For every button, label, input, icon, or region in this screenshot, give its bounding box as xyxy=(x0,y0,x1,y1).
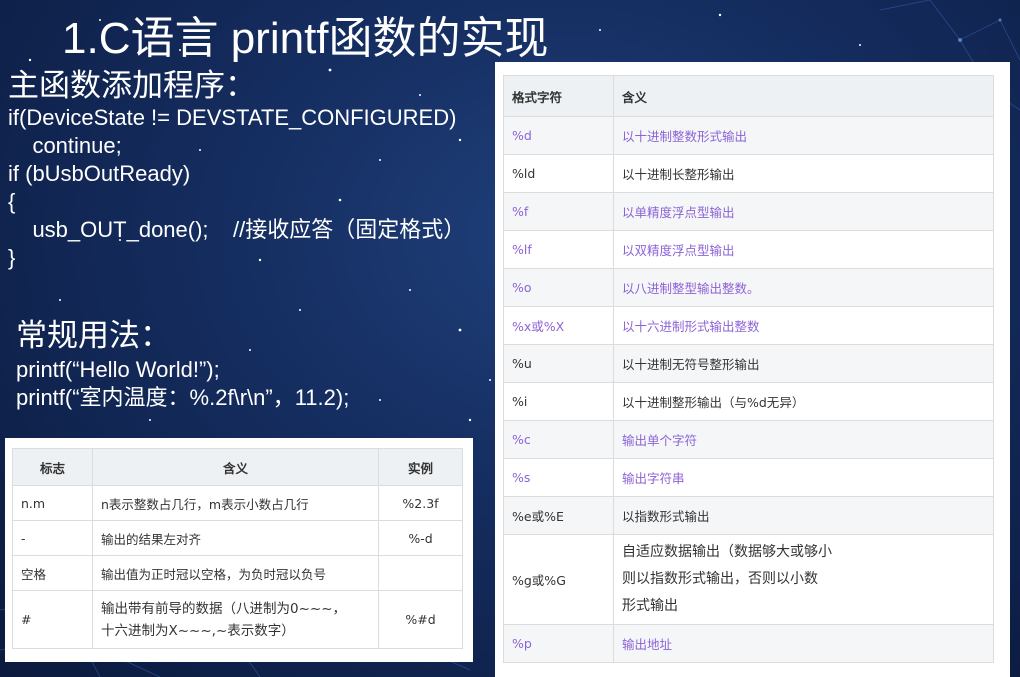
format-meaning-cell: 以指数形式输出 xyxy=(613,496,994,535)
format-meaning-cell: 以单精度浮点型输出 xyxy=(613,192,994,231)
example-cell: %#d xyxy=(378,590,463,649)
format-meaning-cell: 以十进制整数形式输出 xyxy=(613,116,994,155)
flag-cell: # xyxy=(12,590,93,649)
main-code-block: 主函数添加程序： if(DeviceState != DEVSTATE_CONF… xyxy=(8,68,465,272)
code-line: printf(“室内温度：%.2f\r\n”，11.2); xyxy=(16,385,350,410)
meaning-cell: 输出值为正时冠以空格，为负时冠以负号 xyxy=(92,555,379,591)
format-code-cell: %lf xyxy=(503,230,614,269)
format-meaning-cell: 以十进制无符号整形输出 xyxy=(613,344,994,383)
code-line: } xyxy=(8,245,16,270)
format-table: 格式字符 含义 %d 以十进制整数形式输出 %ld 以十进制长整形输出 %f 以… xyxy=(503,75,994,663)
format-code-cell: %s xyxy=(503,458,614,497)
flags-table-panel: 标志 含义 实例 n.m n表示整数占几行，m表示小数占几行 %2.3f - 输… xyxy=(5,438,473,662)
table-row: # 输出带有前导的数据（八进制为0~~~， 十六进制为X~~~,~表示数字） %… xyxy=(12,590,463,649)
flag-cell: 空格 xyxy=(12,555,93,591)
format-meaning-cell: 以十进制整形输出（与%d无异） xyxy=(613,382,994,421)
table-header-row: 格式字符 含义 xyxy=(503,75,994,117)
table-row: %d 以十进制整数形式输出 xyxy=(503,116,994,155)
format-meaning-cell: 以十六进制形式输出整数 xyxy=(613,306,994,345)
column-header: 格式字符 xyxy=(503,75,614,117)
format-meaning-cell: 以八进制整型输出整数。 xyxy=(613,268,994,307)
table-row: n.m n表示整数占几行，m表示小数占几行 %2.3f xyxy=(12,485,463,521)
format-meaning-cell: 输出地址 xyxy=(613,624,994,663)
format-code-cell: %ld xyxy=(503,154,614,193)
column-header: 实例 xyxy=(378,448,463,486)
format-meaning-cell: 输出字符串 xyxy=(613,458,994,497)
format-code-cell: %d xyxy=(503,116,614,155)
format-code-cell: %f xyxy=(503,192,614,231)
table-header-row: 标志 含义 实例 xyxy=(12,448,463,486)
table-row: - 输出的结果左对齐 %-d xyxy=(12,520,463,556)
meaning-line: 输出带有前导的数据（八进制为0~~~， xyxy=(101,600,347,617)
code-line: { xyxy=(8,189,16,214)
flags-table: 标志 含义 实例 n.m n表示整数占几行，m表示小数占几行 %2.3f - 输… xyxy=(12,448,463,649)
table-row: %s 输出字符串 xyxy=(503,458,994,497)
table-row: %p 输出地址 xyxy=(503,624,994,663)
format-code-cell: %u xyxy=(503,344,614,383)
column-header: 含义 xyxy=(92,448,379,486)
meaning-line: 形式输出 xyxy=(622,598,678,614)
flag-cell: - xyxy=(12,520,93,556)
column-header: 含义 xyxy=(613,75,994,117)
usage-heading: 常规用法： xyxy=(16,318,171,354)
code-line: if (bUsbOutReady) xyxy=(8,161,191,186)
main-code-heading: 主函数添加程序： xyxy=(8,68,256,104)
meaning-line: 则以指数形式输出，否则以小数 xyxy=(622,571,818,587)
table-row: %ld 以十进制长整形输出 xyxy=(503,154,994,193)
table-row: %f 以单精度浮点型输出 xyxy=(503,192,994,231)
format-meaning-cell: 自适应数据输出（数据够大或够小 则以指数形式输出，否则以小数 形式输出 xyxy=(613,534,994,625)
slide-title: 1.C语言 printf函数的实现 xyxy=(62,14,549,63)
format-code-cell: %p xyxy=(503,624,614,663)
format-code-cell: %x或%X xyxy=(503,306,614,345)
format-code-cell: %i xyxy=(503,382,614,421)
example-cell: %2.3f xyxy=(378,485,463,521)
meaning-line: 十六进制为X~~~,~表示数字） xyxy=(101,622,295,639)
code-line: printf(“Hello World!”); xyxy=(16,357,220,382)
format-table-panel: 格式字符 含义 %d 以十进制整数形式输出 %ld 以十进制长整形输出 %f 以… xyxy=(495,62,1010,677)
table-row: %lf 以双精度浮点型输出 xyxy=(503,230,994,269)
example-cell: %-d xyxy=(378,520,463,556)
table-row: %e或%E 以指数形式输出 xyxy=(503,496,994,535)
table-row: %u 以十进制无符号整形输出 xyxy=(503,344,994,383)
format-code-cell: %c xyxy=(503,420,614,459)
format-meaning-cell: 以双精度浮点型输出 xyxy=(613,230,994,269)
meaning-cell: 输出的结果左对齐 xyxy=(92,520,379,556)
meaning-line: 自适应数据输出（数据够大或够小 xyxy=(622,544,832,560)
format-meaning-cell: 以十进制长整形输出 xyxy=(613,154,994,193)
table-row: %i 以十进制整形输出（与%d无异） xyxy=(503,382,994,421)
table-row: %o 以八进制整型输出整数。 xyxy=(503,268,994,307)
code-line: if(DeviceState != DEVSTATE_CONFIGURED) xyxy=(8,105,457,130)
format-code-cell: %e或%E xyxy=(503,496,614,535)
meaning-cell: 输出带有前导的数据（八进制为0~~~， 十六进制为X~~~,~表示数字） xyxy=(92,590,379,649)
table-row: %c 输出单个字符 xyxy=(503,420,994,459)
format-meaning-cell: 输出单个字符 xyxy=(613,420,994,459)
column-header: 标志 xyxy=(12,448,93,486)
table-row: %g或%G 自适应数据输出（数据够大或够小 则以指数形式输出，否则以小数 形式输… xyxy=(503,534,994,625)
table-row: %x或%X 以十六进制形式输出整数 xyxy=(503,306,994,345)
usage-block: 常规用法： printf(“Hello World!”); printf(“室内… xyxy=(16,318,349,412)
code-line: continue; xyxy=(8,133,122,158)
meaning-cell: n表示整数占几行，m表示小数占几行 xyxy=(92,485,379,521)
format-code-cell: %g或%G xyxy=(503,534,614,625)
table-row: 空格 输出值为正时冠以空格，为负时冠以负号 xyxy=(12,555,463,591)
example-cell xyxy=(378,555,463,591)
flag-cell: n.m xyxy=(12,485,93,521)
code-line: usb_OUT_done(); //接收应答（固定格式） xyxy=(8,217,466,242)
format-code-cell: %o xyxy=(503,268,614,307)
